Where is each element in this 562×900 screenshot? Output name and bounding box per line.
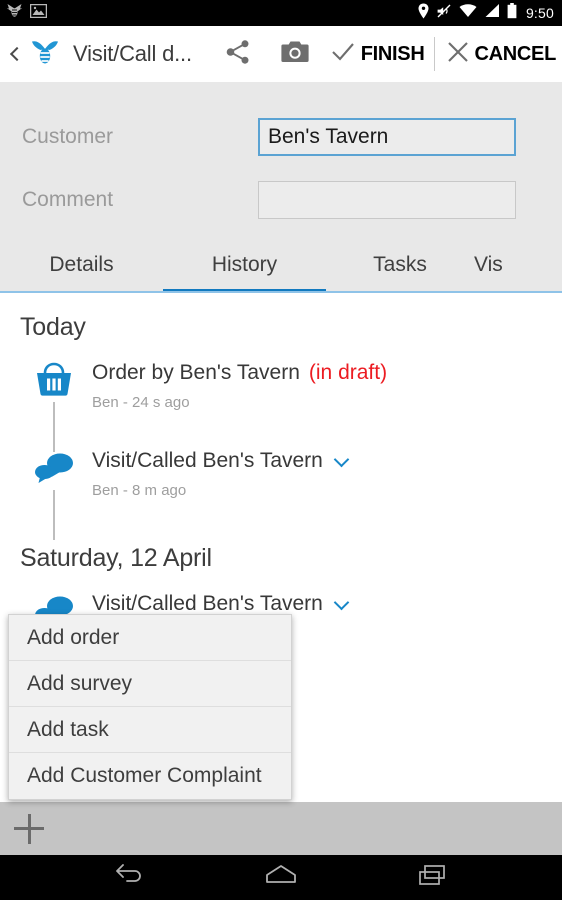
nav-recents-icon: [417, 863, 449, 892]
app-bee-icon: [6, 3, 23, 23]
comment-row: Comment: [0, 177, 562, 223]
back-chevron-icon: [9, 46, 24, 62]
customer-input[interactable]: Ben's Tavern: [258, 118, 516, 156]
list-item-title-row: Order by Ben's Tavern (in draft): [92, 358, 562, 388]
tab-visits[interactable]: Vis: [474, 237, 562, 293]
nav-back-button[interactable]: [101, 855, 157, 900]
battery-icon: [507, 2, 517, 24]
list-item-title: Visit/Called Ben's Tavern: [92, 449, 323, 472]
nav-recents-button[interactable]: [405, 855, 461, 900]
wifi-icon: [459, 3, 477, 23]
menu-item-add-order[interactable]: Add order: [9, 615, 291, 661]
tab-tasks-label: Tasks: [373, 253, 427, 276]
list-item-title-row: Visit/Called Ben's Tavern: [92, 446, 562, 476]
camera-icon: [281, 40, 309, 69]
day-group-title: Today: [20, 313, 86, 341]
nav-back-icon: [113, 863, 145, 892]
location-pin-icon: [418, 3, 429, 24]
screenshot-image-icon: [29, 3, 48, 23]
day-group-title: Saturday, 12 April: [20, 544, 212, 572]
back-button[interactable]: [0, 46, 26, 62]
bottom-action-bar: [0, 802, 562, 855]
chevron-down-icon[interactable]: [333, 451, 350, 467]
customer-label: Customer: [22, 125, 114, 148]
comment-input[interactable]: [258, 181, 516, 219]
tab-visits-label: Vis: [474, 253, 503, 276]
check-icon: [331, 41, 355, 68]
list-item-title: Order by Ben's Tavern: [92, 361, 300, 384]
plus-icon-vertical: [27, 813, 31, 844]
speech-bubbles-icon: [31, 448, 77, 488]
finish-label: FINISH: [360, 42, 425, 65]
chevron-down-icon[interactable]: [333, 594, 350, 610]
add-options-popup-menu[interactable]: Add order Add survey Add task Add Custom…: [8, 614, 292, 800]
tab-details[interactable]: Details: [0, 237, 163, 293]
page-title: Visit/Call d...: [73, 41, 192, 66]
customer-row: Customer Ben's Tavern: [0, 114, 562, 160]
cancel-button[interactable]: CANCEL: [435, 26, 562, 82]
timeline-rail: [53, 402, 55, 452]
list-item-subtitle: Ben - 24 s ago: [92, 394, 190, 411]
tab-history[interactable]: History: [163, 237, 326, 293]
comment-label: Comment: [22, 188, 114, 211]
camera-button[interactable]: [265, 26, 325, 82]
timeline-rail: [53, 490, 55, 540]
tab-bar: Details History Tasks Vis: [0, 237, 562, 293]
shopping-basket-icon: [31, 360, 77, 400]
app-bar: Visit/Call d... FINISH CANCEL: [0, 26, 562, 82]
menu-item-add-customer-complaint[interactable]: Add Customer Complaint: [9, 753, 291, 799]
vibrate-mute-icon: [436, 3, 452, 24]
cancel-label: CANCEL: [474, 42, 556, 65]
list-item-body: Order by Ben's Tavern (in draft) Ben - 2…: [36, 358, 562, 411]
status-bar-system-icons: 9:50: [418, 2, 562, 24]
cellular-signal-icon: [484, 3, 500, 23]
tab-history-label: History: [211, 253, 278, 276]
tab-tasks[interactable]: Tasks: [326, 237, 474, 293]
list-item-body: Visit/Called Ben's Tavern Ben - 8 m ago: [36, 446, 562, 499]
add-button[interactable]: [0, 802, 58, 855]
status-bar: 9:50: [0, 0, 562, 26]
tab-details-label: Details: [49, 253, 114, 276]
nav-home-icon: [264, 863, 298, 892]
list-item-subtitle: Ben - 8 m ago: [92, 482, 187, 499]
status-bar-clock: 9:50: [525, 5, 554, 21]
form-area: Customer Ben's Tavern Comment: [0, 82, 562, 237]
app-bar-actions: FINISH CANCEL: [211, 26, 562, 82]
nav-home-button[interactable]: [253, 855, 309, 900]
app-screen: 9:50 Visit/Call d... FINISH CANCEL Custo…: [0, 0, 562, 900]
share-button[interactable]: [211, 26, 265, 82]
bee-logo-icon[interactable]: [28, 37, 62, 71]
status-bar-notifications: [0, 3, 418, 23]
list-item[interactable]: Visit/Called Ben's Tavern Ben - 8 m ago: [0, 446, 562, 540]
menu-item-add-survey[interactable]: Add survey: [9, 661, 291, 707]
system-navigation-bar: [0, 855, 562, 900]
plus-icon: [14, 813, 44, 844]
finish-button[interactable]: FINISH: [325, 26, 435, 82]
menu-item-add-task[interactable]: Add task: [9, 707, 291, 753]
list-item[interactable]: Order by Ben's Tavern (in draft) Ben - 2…: [0, 358, 562, 452]
close-x-icon: [447, 41, 469, 68]
status-badge: (in draft): [308, 361, 388, 384]
share-icon: [225, 39, 251, 70]
